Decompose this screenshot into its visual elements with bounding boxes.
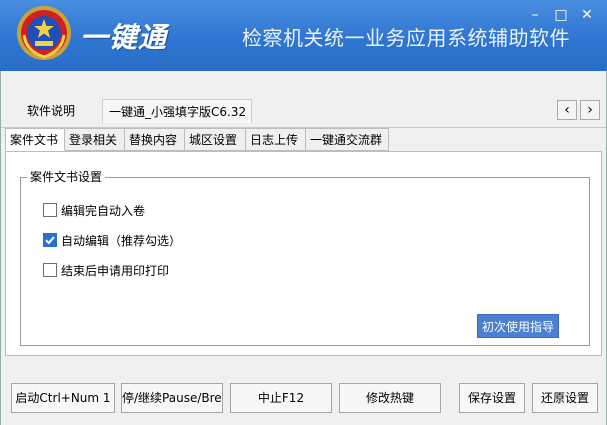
subtab-case-documents[interactable]: 案件文书 (5, 128, 65, 151)
option-label: 自动编辑（推荐勾选） (61, 234, 182, 248)
tab-scroll-right-button[interactable]: › (580, 100, 600, 120)
save-settings-button[interactable]: 保存设置 (459, 383, 525, 413)
tab-scroll-left-button[interactable]: ‹ (557, 100, 577, 120)
minimize-button[interactable]: – (526, 7, 544, 23)
top-tabs: 软件说明 一键通_小强填字版C6.32 (1, 99, 606, 123)
checkbox[interactable] (43, 203, 57, 217)
close-button[interactable]: ✕ (578, 7, 596, 23)
tab-software-info[interactable]: 软件说明 (27, 99, 75, 123)
subtab-login[interactable]: 登录相关 (65, 128, 125, 151)
abort-button[interactable]: 中止F12 (230, 383, 332, 413)
title-bar: 一键通 检察机关统一业务应用系统辅助软件 – □ ✕ (0, 0, 607, 71)
pause-resume-button[interactable]: 停/继续Pause/Break (121, 383, 223, 413)
first-use-guide-button[interactable]: 初次使用指导 (477, 314, 559, 338)
app-title: 检察机关统一业务应用系统辅助软件 (242, 26, 570, 50)
subtab-replace-content[interactable]: 替换内容 (125, 128, 185, 151)
procuratorate-emblem-icon (17, 6, 71, 60)
subtab-district-settings[interactable]: 城区设置 (185, 128, 246, 151)
start-button[interactable]: 启动Ctrl+Num 1 (11, 383, 115, 413)
option-label: 编辑完自动入卷 (61, 204, 146, 218)
change-hotkey-button[interactable]: 修改热键 (339, 383, 441, 413)
checkbox[interactable] (43, 233, 57, 247)
maximize-button[interactable]: □ (552, 7, 570, 23)
restore-settings-button[interactable]: 还原设置 (532, 383, 598, 413)
checkbox[interactable] (43, 263, 57, 277)
case-document-settings-group: 案件文书设置 编辑完自动入卷 自动编辑（推荐勾选） 结束后申请用印打印 初次使用… (20, 169, 590, 346)
subtab-community-group[interactable]: 一键通交流群 (306, 128, 389, 151)
main-content: 软件说明 一键通_小强填字版C6.32 ‹ › 案件文书 登录相关 替换内容 城… (0, 71, 607, 425)
brand-logo-text: 一键通 (80, 21, 168, 54)
group-legend: 案件文书设置 (27, 169, 106, 185)
tab-version[interactable]: 一键通_小强填字版C6.32 (102, 99, 252, 123)
subtab-log-upload[interactable]: 日志上传 (246, 128, 306, 151)
option-label: 结束后申请用印打印 (61, 264, 170, 278)
case-documents-panel: 案件文书设置 编辑完自动入卷 自动编辑（推荐勾选） 结束后申请用印打印 初次使用… (5, 151, 602, 356)
checkmark-icon (45, 236, 55, 245)
